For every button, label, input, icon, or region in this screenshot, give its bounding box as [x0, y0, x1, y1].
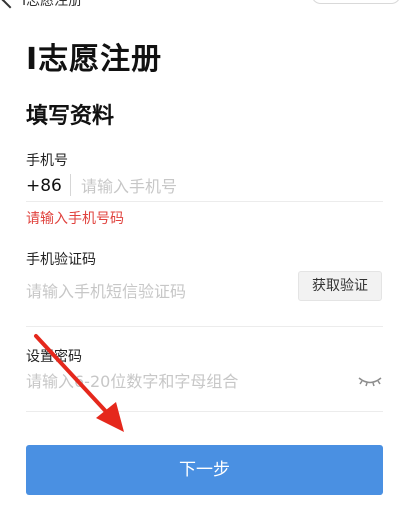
back-arrow-icon[interactable] [1, 0, 19, 9]
prefix-divider [70, 174, 71, 196]
registration-page: I志愿注册 I志愿注册 填写资料 手机号 +86 请输入手机号码 手机验证码 获… [0, 0, 419, 509]
phone-label: 手机号 [26, 153, 68, 169]
eye-closed-icon[interactable] [358, 375, 382, 387]
nav-title: I志愿注册 [22, 0, 83, 9]
phone-underline [26, 201, 383, 202]
get-code-button[interactable]: 获取验证 [298, 271, 382, 301]
code-underline [26, 326, 383, 327]
page-title: I志愿注册 [26, 42, 163, 77]
next-step-button[interactable]: 下一步 [26, 445, 383, 495]
password-label: 设置密码 [26, 349, 82, 365]
section-title: 填写资料 [26, 104, 115, 129]
code-label: 手机验证码 [26, 252, 96, 268]
password-underline [26, 411, 383, 412]
country-code-prefix[interactable]: +86 [26, 176, 62, 196]
password-input[interactable] [26, 368, 346, 394]
phone-input[interactable] [81, 174, 371, 198]
mini-program-capsule [311, 0, 401, 4]
top-nav-bar: I志愿注册 [0, 0, 419, 12]
verification-code-input[interactable] [26, 278, 286, 304]
phone-field-row: +86 [26, 172, 383, 202]
phone-error-message: 请输入手机号码 [26, 211, 124, 227]
